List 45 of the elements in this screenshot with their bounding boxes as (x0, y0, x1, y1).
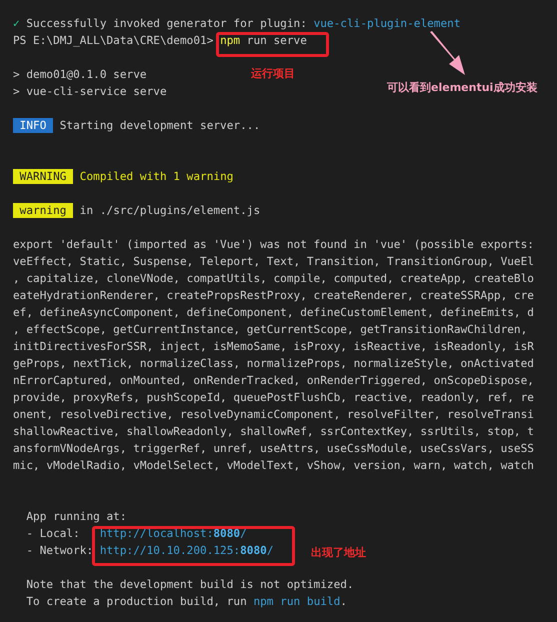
terminal-text: provide, proxyRefs, pushScopeId, queuePostFlushCb, reactive, readonly, ref, re (13, 390, 534, 406)
terminal-text: To create a production build, run (25, 594, 248, 610)
terminal-text: > demo01@0.1.0 serve (13, 67, 147, 83)
annotation-text: 运行项目 (251, 66, 295, 81)
warning-badge: warning (13, 203, 74, 218)
check-icon: ✓ (13, 15, 20, 32)
terminal-text: eateHydrationRenderer, createPropsRestProxy, createRenderer, createSSRApp, cre (13, 288, 534, 304)
link-text: npm run build (253, 594, 340, 610)
link-text: http://10.10.200.125: (100, 543, 240, 559)
annotation-text: 出现了地址 (311, 545, 366, 560)
terminal-text: in ./src/plugins/element.js (78, 203, 260, 219)
terminal-text: Starting development server... (58, 118, 260, 134)
terminal-text: - Local: (25, 526, 81, 542)
terminal-text: ef, defineAsyncComponent, defineComponent, defineCustomElement, defineEmits, d (13, 305, 534, 321)
link-text: / (240, 526, 247, 542)
terminal-text: , effectScope, getCurrentInstance, getCurrentScope, getTransitionRawChildren, (13, 322, 528, 338)
annotation-text: 可以看到elementui成功安装 (387, 80, 538, 95)
terminal-text: ansformVNodeArgs, triggerRef, unref, useAttrs, useCssModule, useCssVars, useSS (13, 441, 534, 457)
terminal-text: mic, vModelRadio, vModelSelect, vModelText, vShow, version, warn, watch, watch (13, 458, 534, 474)
terminal-text: - Network: (25, 543, 94, 559)
terminal-text: shallowReactive, shallowReadonly, shallowRef, ssrContextKey, ssrUtils, stop, t (13, 424, 534, 440)
arrow-icon (428, 30, 466, 76)
link-text: 8080 (213, 526, 240, 542)
info-badge: INFO (13, 118, 54, 133)
terminal-text: Note that the development build is not optimized. (25, 577, 354, 593)
terminal-text: geProps, nextTick, normalizeClass, normalizeProps, normalizeStyle, onActivated (13, 356, 534, 372)
terminal-text: run serve (246, 33, 307, 49)
link-text: / (266, 543, 274, 559)
link-text: 8080 (240, 543, 267, 559)
warning-text: Compiled with 1 warning (78, 169, 234, 185)
link-text: vue-cli-plugin-element (314, 16, 461, 32)
terminal-text: nErrorCaptured, onMounted, onRenderTracked, onRenderTriggered, onScopeDispose, (13, 373, 534, 389)
warning-badge: WARNING (13, 169, 74, 184)
terminal-text: onent, resolveDirective, resolveDynamicComponent, resolveFilter, resolveTransi (13, 407, 534, 423)
terminal-text: App running at: (25, 509, 127, 525)
terminal-text: > vue-cli-service serve (13, 84, 167, 100)
terminal-text: , capitalize, cloneVNode, compatUtils, compile, computed, createApp, createBlo (13, 271, 534, 287)
terminal-text: export 'default' (imported as 'Vue') was not found in 'vue' (possible exports: (13, 237, 534, 253)
terminal-text: initDirectivesForSSR, inject, isMemoSame, isProxy, isReactive, isReadonly, isR (13, 339, 534, 355)
command-text: npm (220, 33, 240, 49)
terminal-text: . (340, 594, 347, 610)
link-text: http://localhost: (100, 526, 214, 542)
terminal-text: Successfully invoked generator for plugin: (25, 16, 308, 32)
terminal-text: PS E:\DMJ_ALL\Data\CRE\demo01> (13, 33, 214, 49)
terminal-text: veEffect, Static, Suspense, Teleport, Text, Transition, TransitionGroup, VueEl (13, 254, 534, 270)
